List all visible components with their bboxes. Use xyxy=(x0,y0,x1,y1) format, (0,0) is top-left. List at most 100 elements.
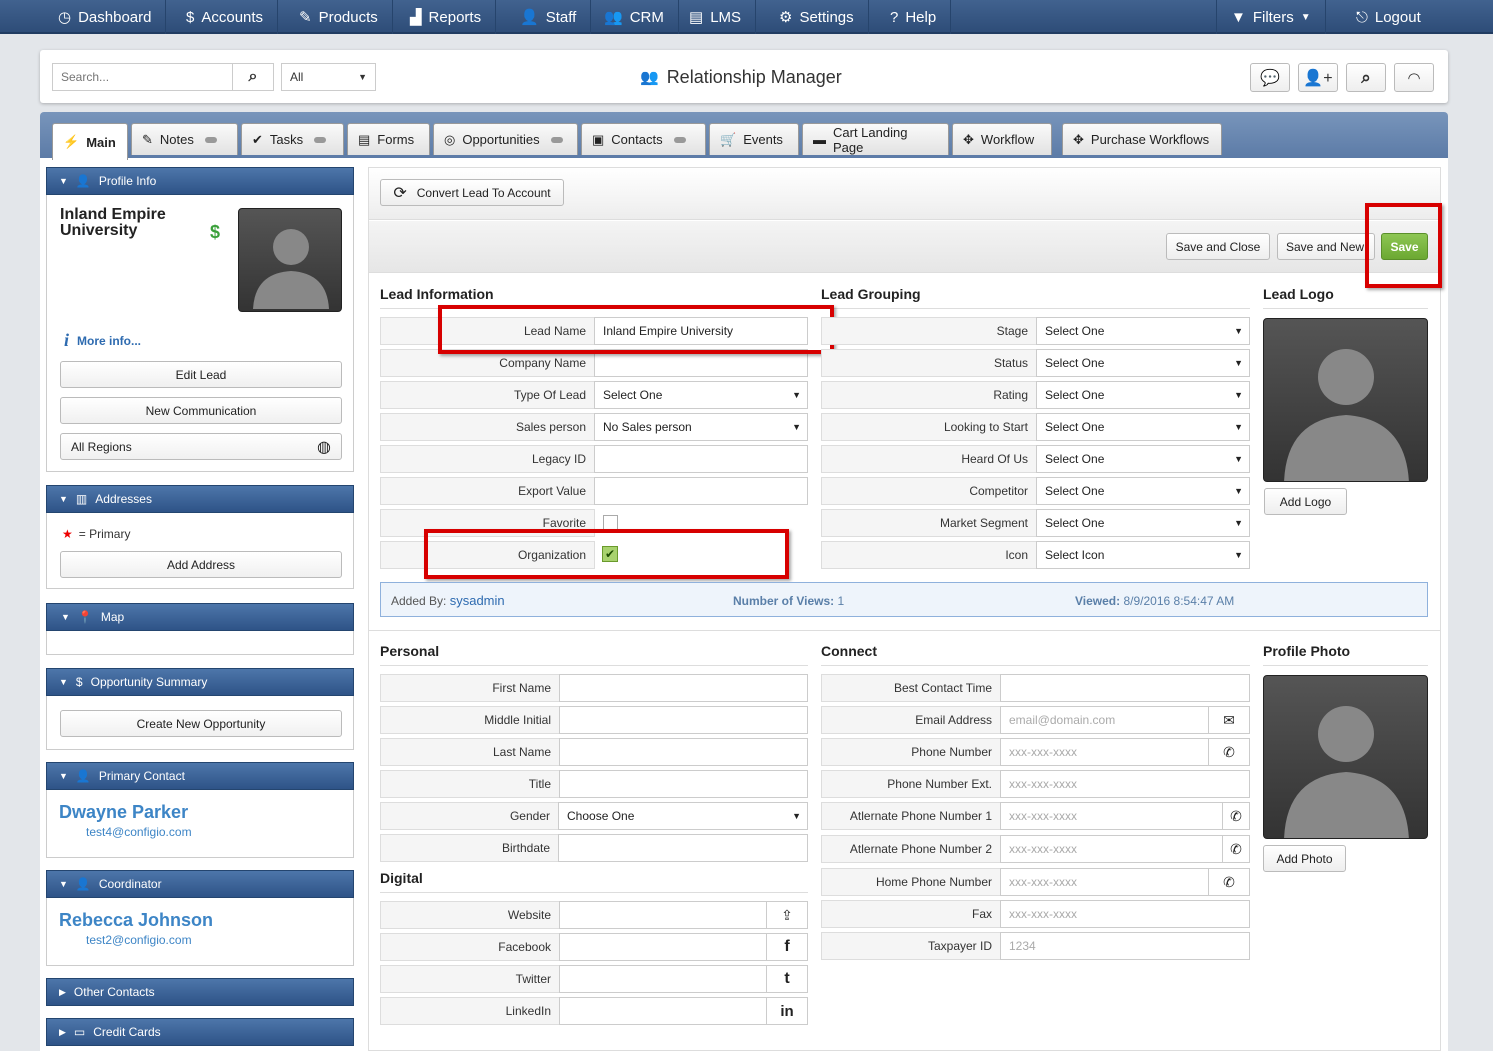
phone-number-input[interactable]: xxx-xxx-xxxx xyxy=(1000,738,1209,766)
tab-workflow[interactable]: ✥ Workflow xyxy=(952,123,1052,155)
type-of-lead-select[interactable]: Select One xyxy=(594,381,808,409)
taxpayer-id-input[interactable]: 1234 xyxy=(1000,932,1250,960)
nav-settings[interactable]: ⚙ Settings xyxy=(765,0,869,34)
profile-info-header[interactable]: ▼ 👤 Profile Info xyxy=(46,167,354,195)
edit-lead-button[interactable]: Edit Lead xyxy=(60,361,342,388)
coordinator-name[interactable]: Rebecca Johnson xyxy=(59,910,213,931)
status-select[interactable]: Select One xyxy=(1036,349,1250,377)
addresses-header[interactable]: ▼ ▥ Addresses xyxy=(46,485,354,513)
website-input[interactable] xyxy=(559,901,767,929)
phone-icon[interactable]: ✆ xyxy=(1208,868,1250,896)
convert-lead-button[interactable]: ⟳ Convert Lead To Account xyxy=(380,179,564,206)
coordinator-email[interactable]: test2@configio.com xyxy=(86,933,192,947)
facebook-icon[interactable]: f xyxy=(766,933,808,961)
create-opportunity-button[interactable]: Create New Opportunity xyxy=(60,710,342,737)
number-of-views: Number of Views: 1 xyxy=(733,594,845,608)
map-header[interactable]: ▼ 📍 Map xyxy=(46,603,354,631)
nav-products[interactable]: ✎ Products xyxy=(285,0,393,34)
nav-filters[interactable]: ▼ Filters ▼ xyxy=(1216,0,1326,34)
heard-of-us-select[interactable]: Select One xyxy=(1036,445,1250,473)
other-contacts-header[interactable]: ▶ Other Contacts xyxy=(46,978,354,1006)
tab-cart-landing-page[interactable]: ▬ Cart Landing Page xyxy=(802,123,949,155)
gender-select[interactable]: Choose One xyxy=(558,802,808,830)
envelope-icon[interactable]: ✉ xyxy=(1208,706,1250,734)
share-icon[interactable]: ⇪ xyxy=(766,901,808,929)
tab-purchase-workflows[interactable]: ✥ Purchase Workflows xyxy=(1062,123,1222,155)
add-address-button[interactable]: Add Address xyxy=(60,551,342,578)
linkedin-input[interactable] xyxy=(559,997,767,1025)
tab-tasks[interactable]: ✔ Tasks xyxy=(241,123,344,155)
regions-select[interactable]: All Regions ◍ xyxy=(60,433,342,460)
competitor-select[interactable]: Select One xyxy=(1036,477,1250,505)
lms-icon: ▤ xyxy=(689,8,704,26)
search-button[interactable]: ⌕ xyxy=(232,63,274,91)
sales-person-select[interactable]: No Sales person xyxy=(594,413,808,441)
opportunity-summary-header[interactable]: ▼ $ Opportunity Summary xyxy=(46,668,354,696)
nav-logout[interactable]: ⎋ Logout xyxy=(1342,0,1435,34)
nav-staff[interactable]: 👤 Staff xyxy=(506,0,592,34)
primary-contact-name[interactable]: Dwayne Parker xyxy=(59,802,188,823)
alternate-phone-2-input[interactable]: xxx-xxx-xxxx xyxy=(1000,835,1223,863)
tab-opportunities[interactable]: ◎ Opportunities xyxy=(433,123,578,155)
primary-contact-header[interactable]: ▼ 👤 Primary Contact xyxy=(46,762,354,790)
nav-lms[interactable]: ▤ LMS xyxy=(675,0,757,34)
page-icon: ▬ xyxy=(813,132,826,147)
alternate-phone-1-input[interactable]: xxx-xxx-xxxx xyxy=(1000,802,1223,830)
add-user-button[interactable]: 👤+ xyxy=(1298,63,1338,92)
lookup-button[interactable]: ⌕ xyxy=(1346,63,1386,92)
phone-ext-input[interactable]: xxx-xxx-xxxx xyxy=(1000,770,1250,798)
stage-select[interactable]: Select One xyxy=(1036,317,1250,345)
more-info-link[interactable]: i More info... xyxy=(64,330,141,351)
email-address-label: Email Address xyxy=(821,706,1001,734)
tab-forms[interactable]: ▤ Forms xyxy=(347,123,430,155)
dashboard-button[interactable]: ◠ xyxy=(1394,63,1434,92)
credit-cards-header[interactable]: ▶ ▭ Credit Cards xyxy=(46,1018,354,1046)
save-and-new-button[interactable]: Save and New xyxy=(1277,233,1375,260)
market-segment-select[interactable]: Select One xyxy=(1036,509,1250,537)
new-communication-button[interactable]: New Communication xyxy=(60,397,342,424)
email-address-input[interactable]: email@domain.com xyxy=(1000,706,1209,734)
nav-accounts[interactable]: $ Accounts xyxy=(172,0,279,34)
first-name-input[interactable] xyxy=(559,674,808,702)
add-photo-button[interactable]: Add Photo xyxy=(1263,845,1346,872)
phone-icon[interactable]: ✆ xyxy=(1208,738,1250,766)
check-icon: ✔ xyxy=(252,131,263,147)
export-value-input[interactable] xyxy=(594,477,808,505)
last-name-input[interactable] xyxy=(559,738,808,766)
phone-icon[interactable]: ✆ xyxy=(1222,835,1250,863)
tab-main[interactable]: ⚡ Main xyxy=(52,123,128,160)
nav-dashboard[interactable]: ◷ Dashboard xyxy=(44,0,167,34)
rating-select[interactable]: Select One xyxy=(1036,381,1250,409)
middle-initial-input[interactable] xyxy=(559,706,808,734)
nav-help[interactable]: ? Help xyxy=(876,0,952,34)
profile-avatar xyxy=(238,208,342,312)
twitter-input[interactable] xyxy=(559,965,767,993)
profile-photo-image xyxy=(1263,675,1428,839)
search-input[interactable] xyxy=(52,63,233,91)
highlight-lead-name xyxy=(438,305,834,354)
coordinator-header[interactable]: ▼ 👤 Coordinator xyxy=(46,870,354,898)
chat-button[interactable]: 💬 xyxy=(1250,63,1290,92)
tab-contacts[interactable]: ▣ Contacts xyxy=(581,123,706,155)
nav-reports[interactable]: ▟ Reports xyxy=(396,0,497,34)
twitter-icon[interactable]: t xyxy=(766,965,808,993)
legacy-id-input[interactable] xyxy=(594,445,808,473)
phone-icon[interactable]: ✆ xyxy=(1222,802,1250,830)
looking-to-start-select[interactable]: Select One xyxy=(1036,413,1250,441)
scope-select[interactable]: All ▼ xyxy=(281,63,376,91)
title-input[interactable] xyxy=(559,770,808,798)
icon-select[interactable]: Select Icon xyxy=(1036,541,1250,569)
nav-crm[interactable]: 👥 CRM xyxy=(590,0,679,34)
linkedin-icon[interactable]: in xyxy=(766,997,808,1025)
add-logo-button[interactable]: Add Logo xyxy=(1264,488,1347,515)
tab-notes[interactable]: ✎ Notes xyxy=(131,123,238,155)
home-phone-input[interactable]: xxx-xxx-xxxx xyxy=(1000,868,1209,896)
best-contact-time-input[interactable] xyxy=(1000,674,1250,702)
primary-contact-email[interactable]: test4@configio.com xyxy=(86,825,192,839)
fax-input[interactable]: xxx-xxx-xxxx xyxy=(1000,900,1250,928)
birthdate-input[interactable] xyxy=(558,834,808,862)
facebook-input[interactable] xyxy=(559,933,767,961)
favorite-checkbox[interactable] xyxy=(603,515,618,530)
tab-events[interactable]: 🛒 Events xyxy=(709,123,799,155)
save-and-close-button[interactable]: Save and Close xyxy=(1166,233,1270,260)
